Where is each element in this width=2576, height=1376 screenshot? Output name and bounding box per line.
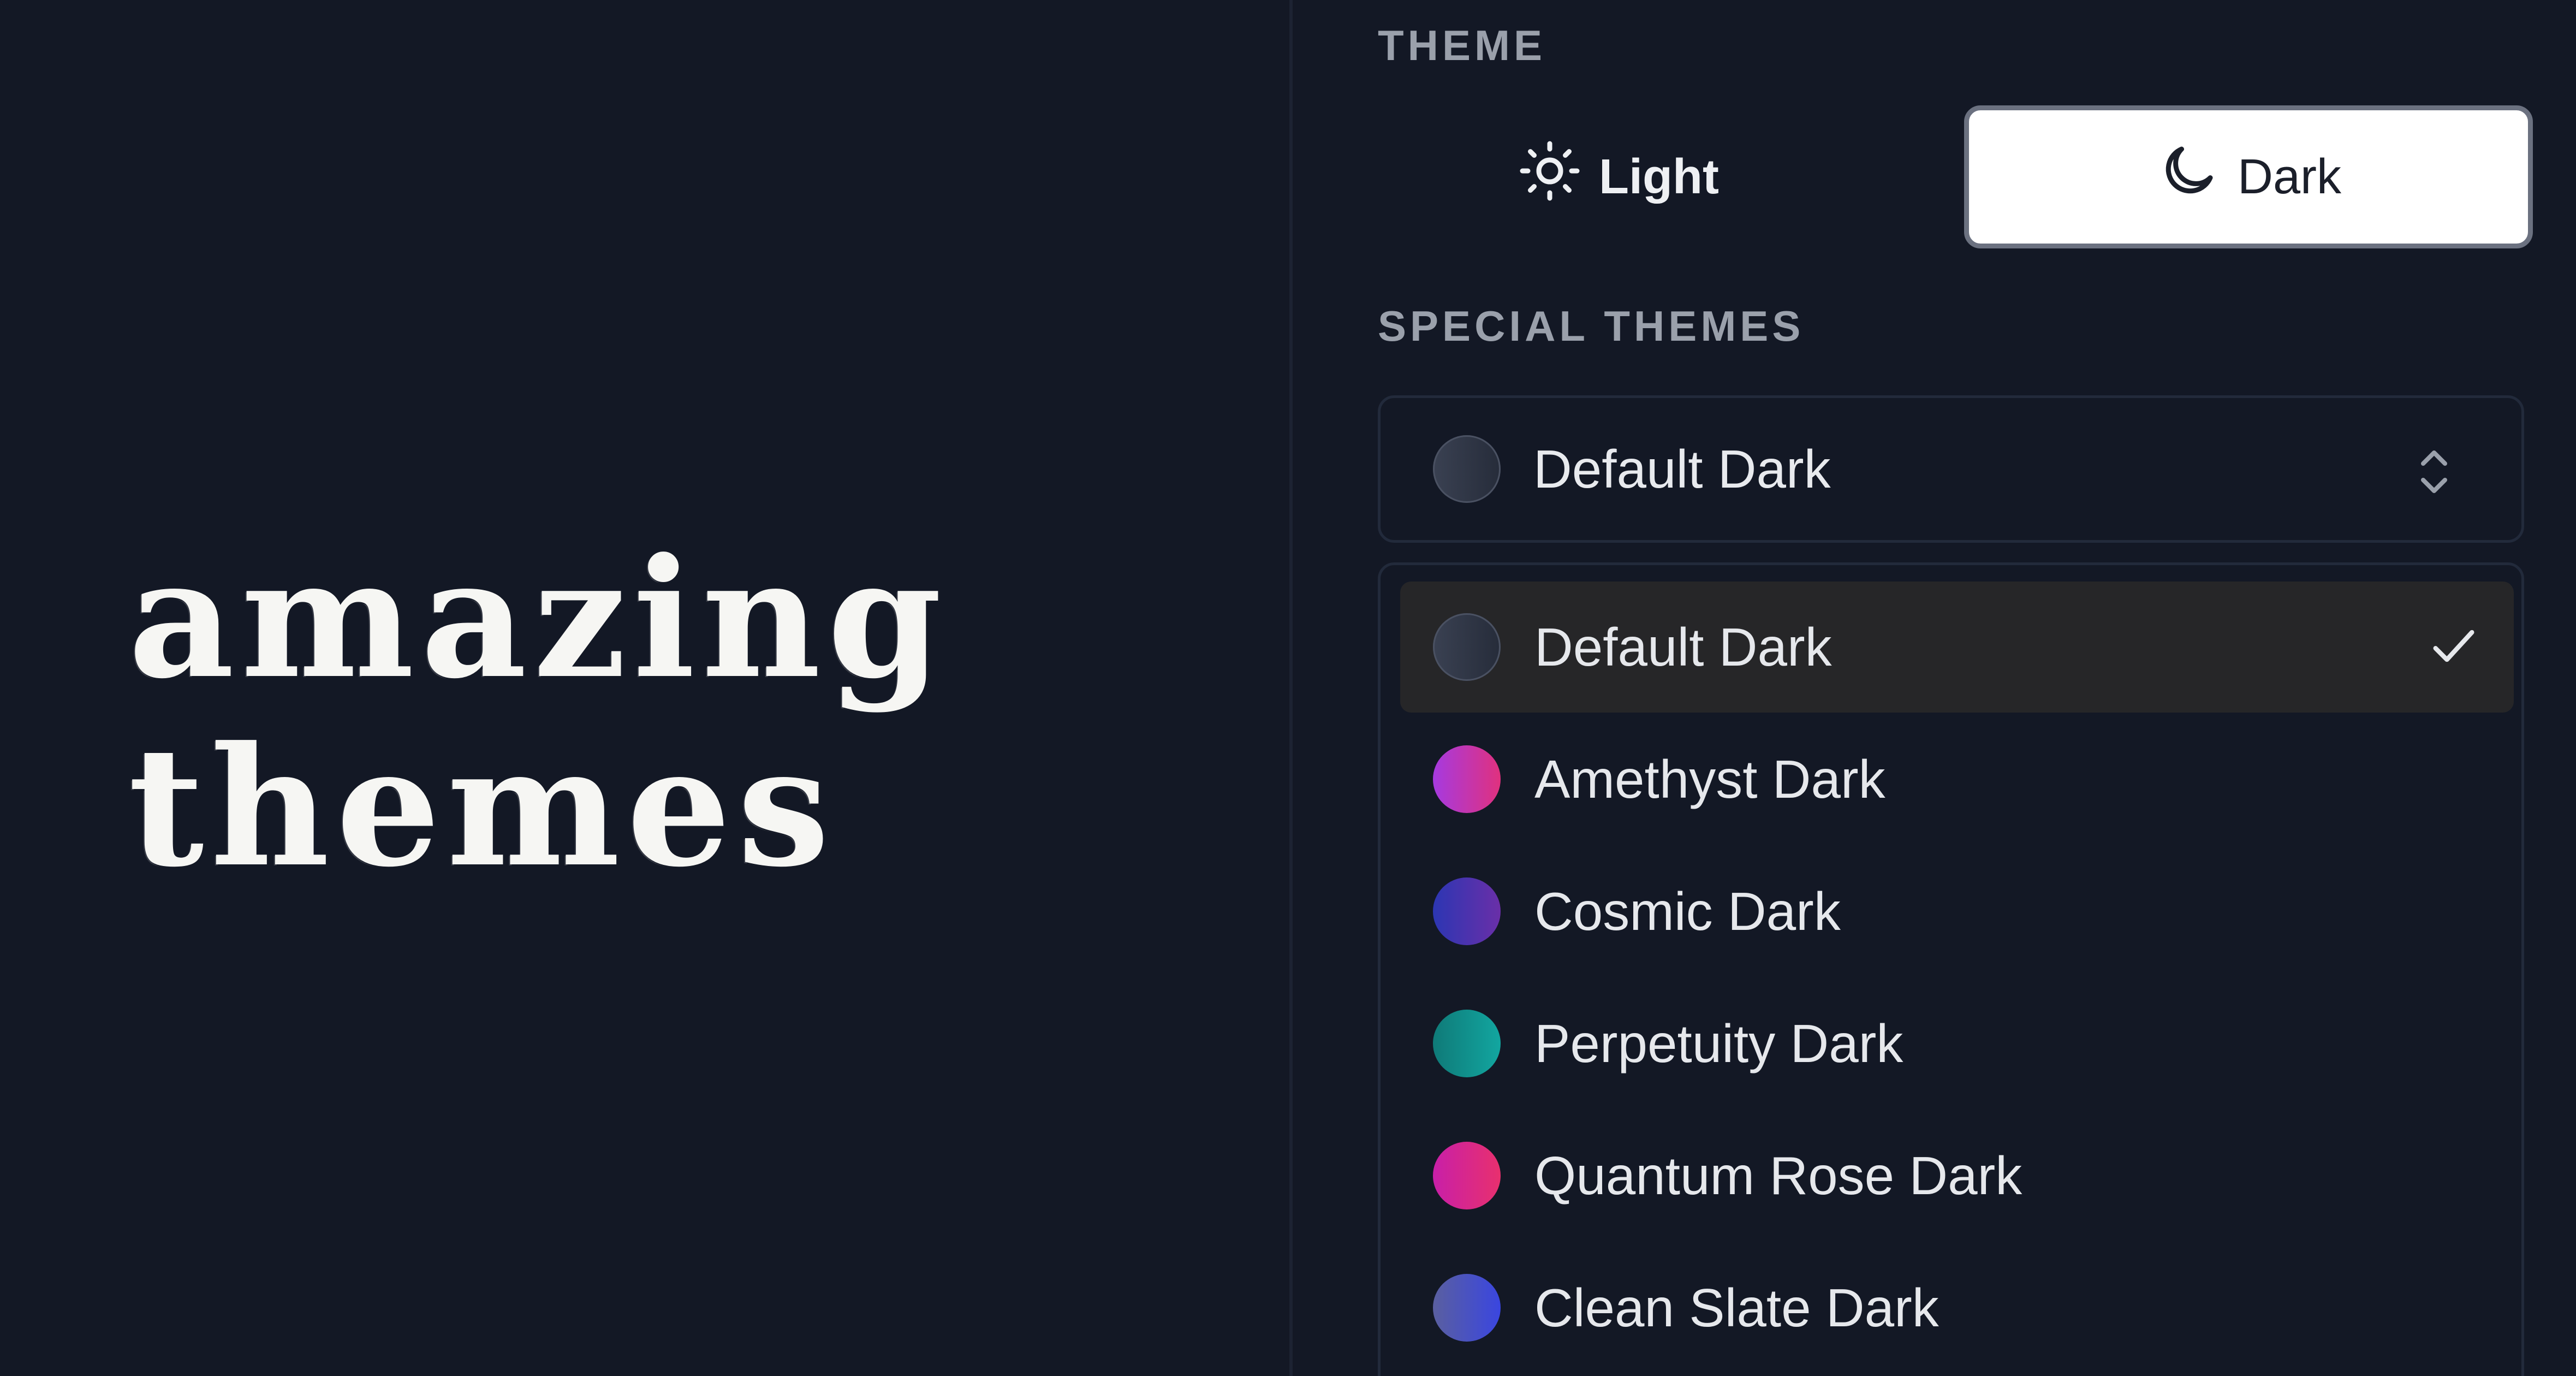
current-theme-value: Default Dark — [1533, 438, 1831, 499]
theme-option-swatch — [1433, 1142, 1501, 1209]
theme-option[interactable]: Clean Slate Dark — [1400, 1242, 2514, 1373]
checkmark-icon — [2426, 619, 2481, 673]
theme-options-list: Default Dark Amethyst Dark Cosmic Dark P… — [1378, 562, 2524, 1376]
theme-option[interactable]: Default Dark — [1400, 582, 2514, 713]
light-mode-label: Light — [1599, 149, 1719, 204]
theme-option[interactable]: Quantum Rose Dark — [1400, 1110, 2514, 1241]
theme-settings-panel: THEME Light Dark SPECIAL THEMES Default … — [1289, 0, 2576, 1376]
theme-option-swatch — [1433, 1010, 1501, 1077]
special-theme-select[interactable]: Default Dark — [1378, 395, 2524, 543]
theme-section-label: THEME — [1378, 21, 1546, 69]
special-themes-label: SPECIAL THEMES — [1378, 302, 1805, 350]
hero-title: amazing themes — [128, 524, 948, 901]
theme-option[interactable]: Cosmic Dark — [1400, 846, 2514, 977]
moon-icon — [2156, 138, 2221, 216]
theme-option-label: Cosmic Dark — [1534, 881, 1841, 941]
current-theme-swatch — [1433, 435, 1501, 503]
dark-mode-label: Dark — [2237, 149, 2342, 204]
theme-option-swatch — [1433, 613, 1501, 681]
theme-option-label: Default Dark — [1534, 616, 1832, 677]
theme-option-label: Quantum Rose Dark — [1534, 1145, 2022, 1206]
theme-option-swatch — [1433, 877, 1501, 945]
theme-option-swatch — [1433, 745, 1501, 813]
chevron-up-down-icon — [2418, 442, 2450, 502]
theme-option-label: Clean Slate Dark — [1534, 1277, 1939, 1338]
hero-line-2: themes — [128, 710, 836, 903]
theme-option-swatch — [1433, 1274, 1501, 1342]
light-mode-button[interactable]: Light — [1378, 105, 1858, 248]
dark-mode-button[interactable]: Dark — [1964, 105, 2533, 248]
sun-icon — [1517, 138, 1583, 216]
theme-option[interactable]: Amethyst Dark — [1400, 714, 2514, 845]
theme-option-label: Amethyst Dark — [1534, 749, 1885, 809]
hero-line-1: amazing — [128, 522, 949, 715]
theme-option[interactable]: Perpetuity Dark — [1400, 978, 2514, 1109]
theme-option-label: Perpetuity Dark — [1534, 1013, 1903, 1073]
